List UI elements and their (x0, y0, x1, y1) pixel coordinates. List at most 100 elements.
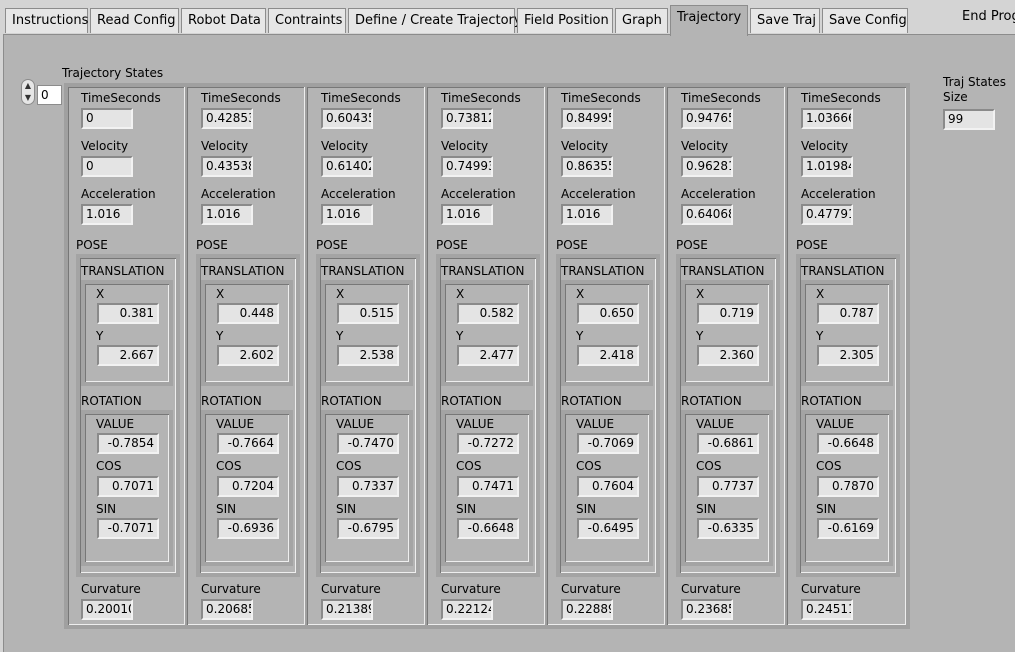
x-label: X (696, 287, 705, 301)
rotation-label: ROTATION (201, 394, 262, 408)
trajectory-state: TimeSeconds 0 Velocity 0 Acceleration 1.016 PO… (68, 87, 188, 625)
time-seconds-label: TimeSeconds (201, 91, 281, 105)
velocity-label: Velocity (561, 139, 609, 153)
velocity-label: Velocity (81, 139, 129, 153)
translation-cluster (201, 280, 293, 386)
velocity-label: Velocity (201, 139, 249, 153)
velocity-field: 0.435388 (201, 156, 253, 177)
rotation-label: ROTATION (441, 394, 502, 408)
x-field: 0.448 (217, 303, 279, 324)
value-label: VALUE (216, 417, 255, 431)
tab-contraints[interactable]: Contraints (268, 8, 346, 33)
value-label: VALUE (816, 417, 855, 431)
trajectory-state: TimeSeconds 0.604353 Velocity 0.614022 Accel… (308, 87, 428, 625)
pose-label: POSE (76, 238, 108, 252)
cos-field: 0.7204 (217, 476, 279, 497)
array-index-field[interactable]: 0 (37, 85, 62, 105)
rotation-value-field: -0.7664 (217, 433, 279, 454)
tab-save-config[interactable]: Save Config (822, 8, 908, 33)
time-seconds-field: 0.849956 (561, 108, 613, 129)
translation-label: TRANSLATION (801, 264, 885, 278)
acceleration-field: 1.016 (321, 204, 373, 225)
decrement-arrow-icon[interactable]: ▼ (25, 93, 31, 102)
acceleration-label: Acceleration (681, 187, 756, 201)
tab-field-position[interactable]: Field Position (517, 8, 613, 33)
curvature-label: Curvature (441, 582, 501, 596)
time-seconds-field: 0.428531 (201, 108, 253, 129)
tab-read-config[interactable]: Read Config (90, 8, 179, 33)
curvature-label: Curvature (801, 582, 861, 596)
sin-field: -0.6936 (217, 518, 279, 539)
y-field: 2.667 (97, 345, 159, 366)
tab-bar: Instructions Read Config Robot Data Cont… (0, 0, 1015, 36)
translation-cluster (681, 280, 773, 386)
y-field: 2.418 (577, 345, 639, 366)
value-label: VALUE (96, 417, 135, 431)
pose-label: POSE (796, 238, 828, 252)
acceleration-field: 1.016 (561, 204, 613, 225)
pose-label: POSE (676, 238, 708, 252)
x-field: 0.515 (337, 303, 399, 324)
velocity-label: Velocity (801, 139, 849, 153)
acceleration-label: Acceleration (561, 187, 636, 201)
sin-field: -0.6169 (817, 518, 879, 539)
sin-label: SIN (816, 502, 837, 516)
translation-label: TRANSLATION (681, 264, 765, 278)
x-label: X (816, 287, 825, 301)
value-label: VALUE (336, 417, 375, 431)
time-seconds-field: 0.738126 (441, 108, 493, 129)
tab-graph[interactable]: Graph (615, 8, 668, 33)
acceleration-label: Acceleration (201, 187, 276, 201)
translation-cluster (321, 280, 413, 386)
tab-instructions[interactable]: Instructions (5, 8, 88, 33)
y-label: Y (816, 329, 824, 343)
x-label: X (456, 287, 465, 301)
cos-field: 0.7471 (457, 476, 519, 497)
acceleration-field: 1.016 (81, 204, 133, 225)
time-seconds-field: 0.604353 (321, 108, 373, 129)
translation-label: TRANSLATION (441, 264, 525, 278)
x-field: 0.381 (97, 303, 159, 324)
x-label: X (336, 287, 345, 301)
tab-robot-data[interactable]: Robot Data (181, 8, 266, 33)
cos-label: COS (336, 459, 362, 473)
x-label: X (216, 287, 225, 301)
sin-label: SIN (696, 502, 717, 516)
curvature-field: 0.206851 (201, 599, 253, 620)
sin-label: SIN (336, 502, 357, 516)
end-program-button[interactable]: End Prog (962, 9, 1015, 24)
time-seconds-label: TimeSeconds (81, 91, 161, 105)
rotation-label: ROTATION (81, 394, 142, 408)
rotation-value-field: -0.7854 (97, 433, 159, 454)
array-index-stepper[interactable]: ▲ ▼ (21, 79, 35, 105)
curvature-field: 0.228892 (561, 599, 613, 620)
tab-trajectory[interactable]: Trajectory (670, 5, 748, 36)
time-seconds-label: TimeSeconds (801, 91, 881, 105)
y-label: Y (696, 329, 704, 343)
trajectory-state: TimeSeconds 0.849956 Velocity 0.863555 Accel… (548, 87, 668, 625)
sin-label: SIN (576, 502, 597, 516)
sin-label: SIN (456, 502, 477, 516)
tab-define-create-trajectory[interactable]: Define / Create Trajectory (348, 8, 522, 33)
y-label: Y (216, 329, 224, 343)
translation-cluster (561, 280, 653, 386)
pose-label: POSE (196, 238, 228, 252)
curvature-field: 0.20010 (81, 599, 133, 620)
curvature-label: Curvature (81, 582, 141, 596)
x-field: 0.582 (457, 303, 519, 324)
cos-field: 0.7870 (817, 476, 879, 497)
cos-field: 0.7604 (577, 476, 639, 497)
increment-arrow-icon[interactable]: ▲ (25, 81, 31, 90)
cos-label: COS (96, 459, 122, 473)
curvature-label: Curvature (561, 582, 621, 596)
rotation-label: ROTATION (801, 394, 862, 408)
cos-label: COS (576, 459, 602, 473)
tab-save-traj[interactable]: Save Traj (750, 8, 820, 33)
acceleration-label: Acceleration (441, 187, 516, 201)
sin-field: -0.6335 (697, 518, 759, 539)
translation-cluster (801, 280, 893, 386)
cos-label: COS (216, 459, 242, 473)
rotation-label: ROTATION (321, 394, 382, 408)
cos-label: COS (816, 459, 842, 473)
translation-label: TRANSLATION (321, 264, 405, 278)
